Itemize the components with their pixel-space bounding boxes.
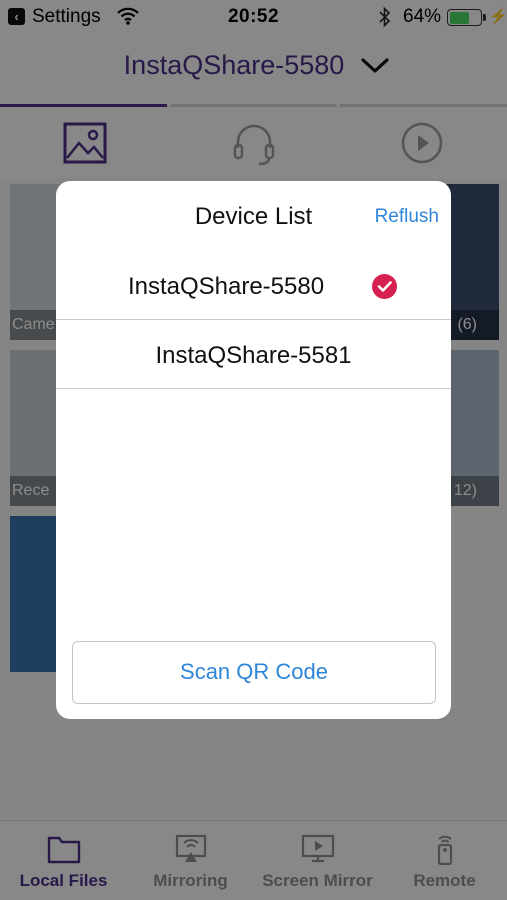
scan-qr-code-button[interactable]: Scan QR Code (72, 641, 436, 704)
refresh-button[interactable]: Reflush (375, 206, 439, 228)
device-row[interactable]: InstaQShare-5581 (56, 320, 451, 389)
checkmark-icon (372, 274, 397, 299)
device-list-dialog: Device List Reflush InstaQShare-5580 Ins… (56, 181, 451, 719)
device-name: InstaQShare-5581 (155, 342, 352, 369)
device-row-selected[interactable]: InstaQShare-5580 (56, 251, 451, 320)
device-name: InstaQShare-5580 (127, 273, 325, 300)
